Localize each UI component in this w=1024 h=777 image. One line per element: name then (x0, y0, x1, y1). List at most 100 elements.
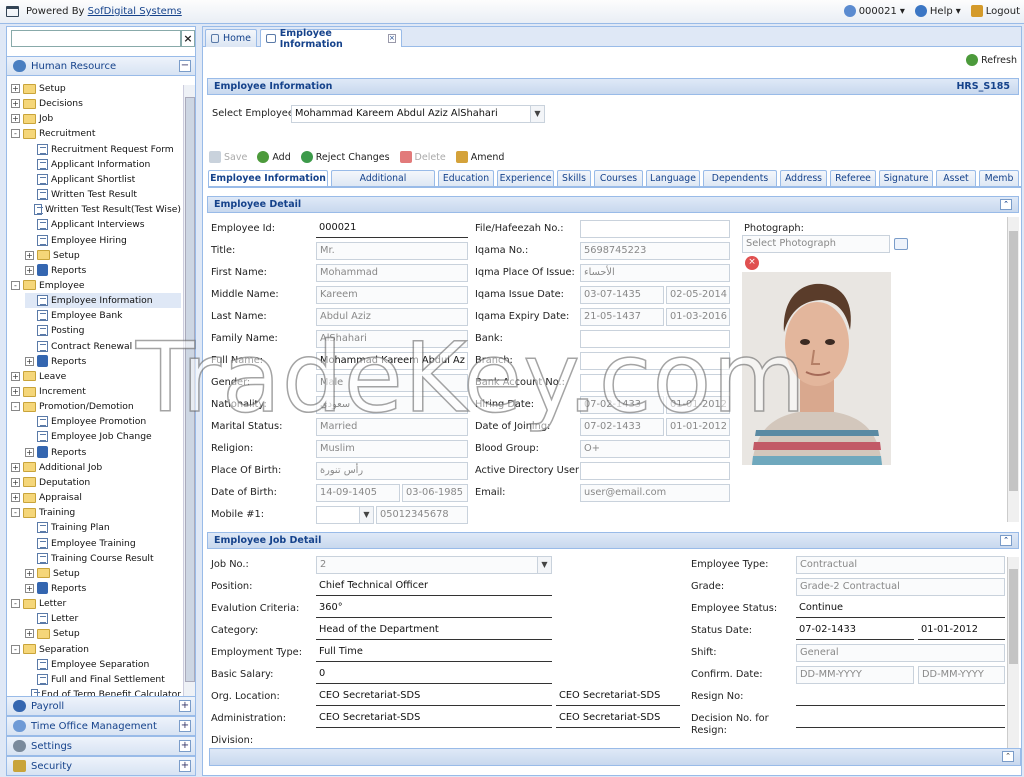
org-location-secondary-field[interactable]: CEO Secretariat-SDS (556, 688, 680, 706)
collapse-icon[interactable]: - (11, 644, 20, 654)
scroll-thumb[interactable] (1009, 569, 1018, 664)
accordion-security[interactable]: Security + (7, 756, 195, 776)
shift-field[interactable]: General (796, 644, 1005, 662)
tab-home[interactable]: Home (205, 29, 257, 47)
tree-item[interactable]: + Reports (25, 354, 181, 369)
collapse-icon[interactable]: - (11, 599, 20, 609)
tree-item[interactable]: + Decisions (11, 96, 181, 111)
logout-button[interactable]: Logout (970, 5, 1020, 17)
confirm-date-hijri-field[interactable]: DD-MM-YYYY (796, 666, 914, 684)
collapse-icon[interactable]: ⌃ (1000, 199, 1012, 210)
subtab-employee-information[interactable]: Employee Information (208, 170, 328, 186)
tree-item[interactable]: Posting (25, 323, 181, 338)
middle-name-field[interactable]: Kareem (316, 286, 468, 304)
subtab-address[interactable]: Address (780, 170, 827, 186)
tree-item[interactable]: + Additional Job (11, 460, 181, 475)
expand-icon[interactable]: + (25, 568, 34, 578)
religion-field[interactable]: Muslim (316, 440, 468, 458)
scroll-thumb[interactable] (185, 97, 195, 682)
tree-item[interactable]: - Training (11, 505, 181, 520)
tree-item[interactable]: Employee Training (25, 536, 181, 551)
collapse-icon[interactable]: - (11, 129, 20, 139)
tree-item[interactable]: Employee Bank (25, 308, 181, 323)
tree-scrollbar[interactable] (183, 85, 195, 721)
subtab-skills[interactable]: Skills (557, 170, 591, 186)
tree-item[interactable]: Applicant Shortlist (25, 172, 181, 187)
tree-item[interactable]: + Reports (25, 581, 181, 596)
ad-user-field[interactable] (580, 462, 730, 480)
tree-item[interactable]: + Setup (25, 626, 181, 641)
first-name-field[interactable]: Mohammad (316, 264, 468, 282)
employee-id-field[interactable]: 000021 (316, 220, 468, 238)
user-menu[interactable]: 000021 ▾ (843, 5, 905, 17)
expand-icon[interactable]: + (25, 250, 34, 260)
tree-item[interactable]: + Leave (11, 369, 181, 384)
iqama-expiry-hijri-field[interactable]: 21-05-1437 (580, 308, 664, 326)
expand-icon[interactable]: + (179, 720, 191, 732)
tree-item[interactable]: + Job (11, 111, 181, 126)
position-field[interactable]: Chief Technical Officer (316, 578, 552, 596)
category-field[interactable]: Head of the Department (316, 622, 552, 640)
tree-item[interactable]: Written Test Result(Test Wise) (25, 202, 181, 217)
expand-icon[interactable]: + (11, 114, 20, 124)
add-button[interactable]: Add (257, 151, 291, 163)
tree-item[interactable]: + Appraisal (11, 490, 181, 505)
decision-no-field[interactable] (796, 710, 1005, 728)
expand-icon[interactable]: + (11, 493, 20, 503)
expand-icon[interactable]: + (179, 760, 191, 772)
title-field[interactable]: Mr. (316, 242, 468, 260)
close-tab-icon[interactable]: × (387, 34, 396, 43)
joining-gregorian-field[interactable]: 01-01-2012 (666, 418, 730, 436)
collapse-icon[interactable]: - (11, 402, 20, 412)
tree-item[interactable]: Employee Promotion (25, 414, 181, 429)
dob-gregorian-field[interactable]: 03-06-1985 (402, 484, 468, 502)
tree-item[interactable]: Letter (25, 611, 181, 626)
company-link[interactable]: SofDigital Systems (88, 6, 182, 17)
evaluation-criteria-field[interactable]: 360° (316, 600, 552, 618)
job-scrollbar[interactable] (1007, 557, 1019, 757)
accordion-settings[interactable]: Settings + (7, 736, 195, 756)
scroll-thumb[interactable] (1009, 231, 1018, 491)
expand-icon[interactable]: + (179, 740, 191, 752)
resign-no-field[interactable] (796, 688, 1005, 706)
save-button[interactable]: Save (209, 151, 247, 163)
expand-icon[interactable]: + (11, 477, 20, 487)
subtab-referee[interactable]: Referee (830, 170, 876, 186)
select-photograph-field[interactable]: Select Photograph (742, 235, 890, 253)
tree-item[interactable]: Training Course Result (25, 551, 181, 566)
expand-icon[interactable]: + (25, 583, 34, 593)
subtab-signature[interactable]: Signature (879, 170, 933, 186)
status-date-hijri-field[interactable]: 07-02-1433 (796, 622, 914, 640)
nationality-field[interactable]: سعودي (316, 396, 468, 414)
tree-item[interactable]: - Separation (11, 642, 181, 657)
iqama-issue-gregorian-field[interactable]: 02-05-2014 (666, 286, 730, 304)
tree-item[interactable]: + Setup (25, 248, 181, 263)
expand-icon[interactable]: + (11, 371, 20, 381)
tree-item[interactable]: Employee Job Change (25, 429, 181, 444)
tree-item[interactable]: Written Test Result (25, 187, 181, 202)
job-no-dropdown[interactable]: 2 ▼ (316, 556, 552, 574)
org-location-field[interactable]: CEO Secretariat-SDS (316, 688, 552, 706)
tree-item[interactable]: + Setup (25, 566, 181, 581)
tree-item[interactable]: Employee Hiring (25, 233, 181, 248)
tree-item[interactable]: - Recruitment (11, 126, 181, 141)
hiring-gregorian-field[interactable]: 01-01-2012 (666, 396, 730, 414)
marital-status-field[interactable]: Married (316, 418, 468, 436)
subtab-dependents[interactable]: Dependents (703, 170, 777, 186)
email-field[interactable]: user@email.com (580, 484, 730, 502)
delete-button[interactable]: Delete (399, 151, 446, 163)
administration-field[interactable]: CEO Secretariat-SDS (316, 710, 552, 728)
subtab-language[interactable]: Language (646, 170, 700, 186)
iqama-no-field[interactable]: 5698745223 (580, 242, 730, 260)
subtab-asset[interactable]: Asset (936, 170, 976, 186)
subtab-additional-information[interactable]: Additional Information (331, 170, 435, 186)
joining-hijri-field[interactable]: 07-02-1433 (580, 418, 664, 436)
accordion-payroll[interactable]: Payroll + (7, 696, 195, 716)
detail-scrollbar[interactable] (1007, 217, 1019, 522)
dob-hijri-field[interactable]: 14-09-1405 (316, 484, 400, 502)
expand-icon[interactable]: + (25, 265, 34, 275)
subtab-memb[interactable]: Memb (979, 170, 1019, 186)
tree-item[interactable]: + Reports (25, 263, 181, 278)
basic-salary-field[interactable]: 0 (316, 666, 552, 684)
place-of-birth-field[interactable]: رأس تنورة (316, 462, 468, 480)
